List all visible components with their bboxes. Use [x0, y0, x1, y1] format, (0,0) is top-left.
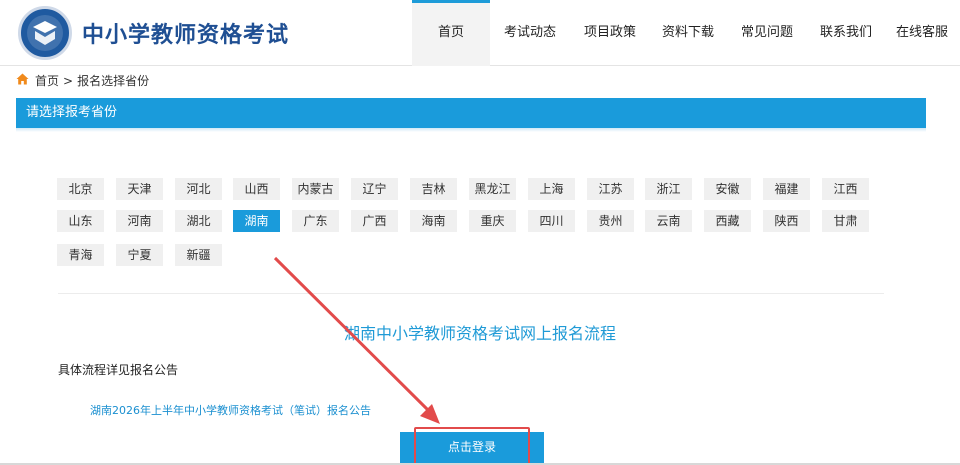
annotation-arrow-icon [273, 256, 440, 424]
